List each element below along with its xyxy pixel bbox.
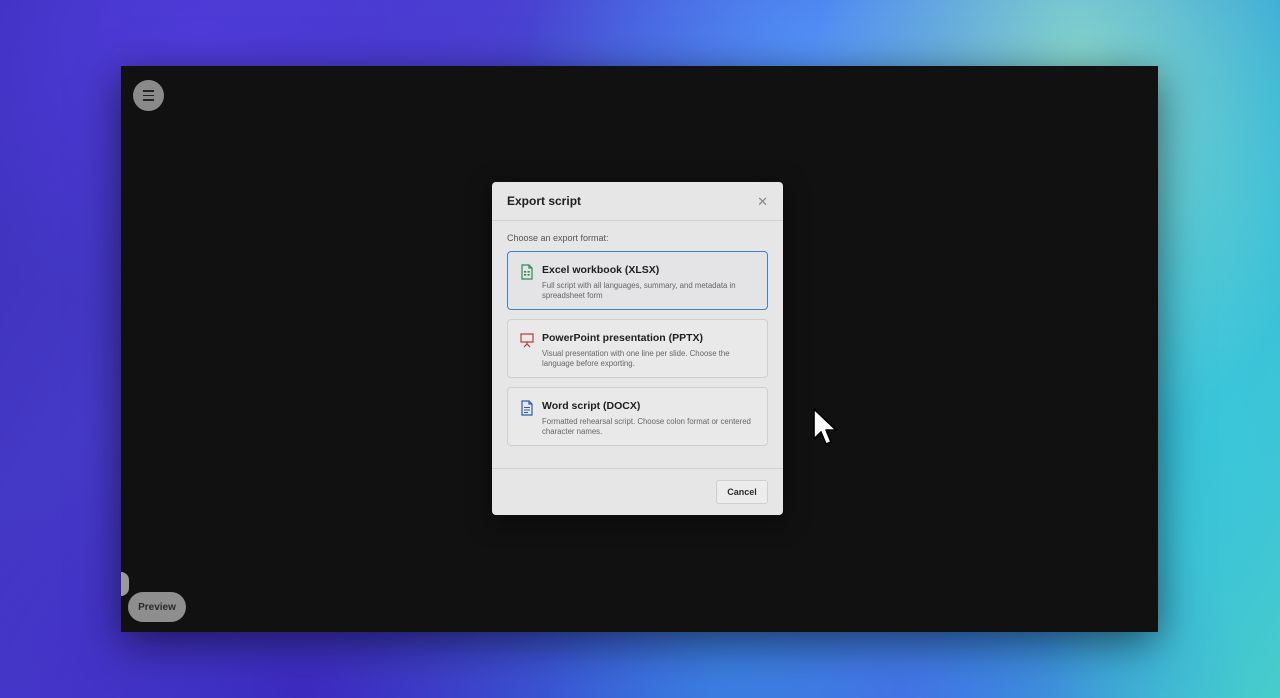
option-description: Formatted rehearsal script. Choose colon… xyxy=(542,417,751,436)
spreadsheet-icon xyxy=(521,264,533,280)
option-title: Excel workbook (XLSX) xyxy=(542,264,660,276)
export-dialog: Export script ✕ Choose an export format:… xyxy=(492,182,783,515)
option-title: Word script (DOCX) xyxy=(542,400,641,412)
hamburger-menu-icon xyxy=(143,88,154,102)
option-title: PowerPoint presentation (PPTX) xyxy=(542,332,704,344)
close-icon[interactable]: ✕ xyxy=(757,195,768,208)
dialog-body: Choose an export format: Excel workbook … xyxy=(492,221,783,446)
dialog-footer: Cancel xyxy=(492,468,783,515)
preview-button[interactable]: Preview xyxy=(128,592,186,622)
option-docx[interactable]: Word script (DOCX) Formatted rehearsal s… xyxy=(507,387,768,446)
mouse-pointer-icon xyxy=(813,408,837,445)
dialog-header: Export script ✕ xyxy=(492,182,783,221)
export-format-prompt: Choose an export format: xyxy=(507,233,609,243)
menu-button[interactable] xyxy=(133,80,164,111)
option-description: Full script with all languages, summary,… xyxy=(542,281,736,300)
document-icon xyxy=(521,400,533,416)
option-description: Visual presentation with one line per sl… xyxy=(542,349,730,368)
dialog-title: Export script xyxy=(507,194,582,208)
option-xlsx[interactable]: Excel workbook (XLSX) Full script with a… xyxy=(507,251,768,310)
option-pptx[interactable]: PowerPoint presentation (PPTX) Visual pr… xyxy=(507,319,768,378)
side-panel-handle[interactable] xyxy=(121,572,129,596)
presentation-icon xyxy=(520,333,534,348)
cancel-button[interactable]: Cancel xyxy=(716,480,768,504)
